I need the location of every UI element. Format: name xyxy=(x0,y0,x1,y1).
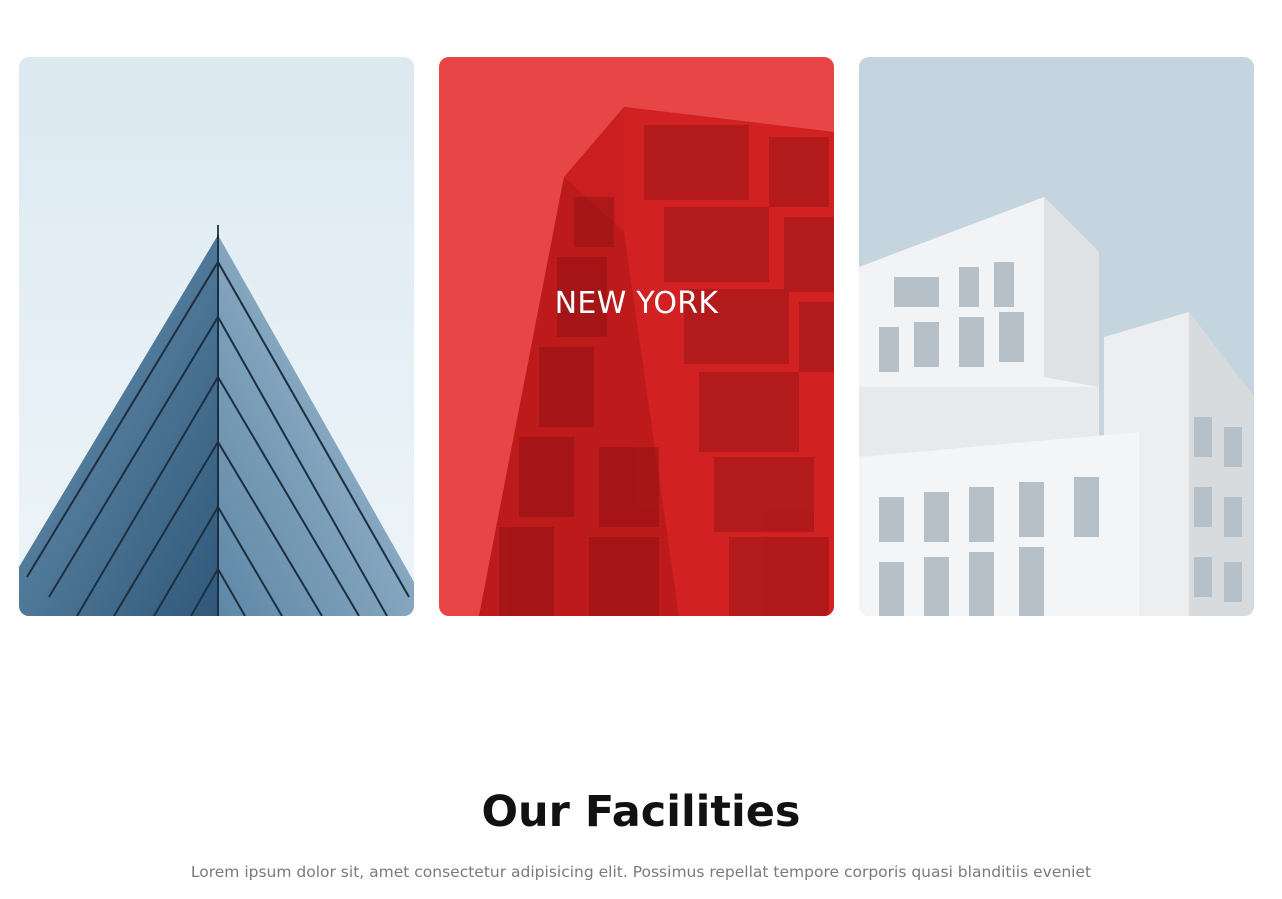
section-title: Our Facilities xyxy=(481,787,801,837)
white-modular-building-image xyxy=(859,57,1254,616)
gallery-card-3[interactable] xyxy=(859,57,1254,616)
section-subtitle: Lorem ipsum dolor sit, amet consectetur … xyxy=(190,863,1092,881)
card-location-label: NEW YORK xyxy=(554,286,719,321)
glass-pyramid-building-image xyxy=(19,57,414,616)
gallery-cards: NEW YORK xyxy=(19,57,1254,616)
card-overlay: NEW YORK xyxy=(439,57,834,616)
gallery-card-2[interactable]: NEW YORK xyxy=(439,57,834,616)
page: NEW YORK Our Facilities Lorem ipsum dolo… xyxy=(0,0,1282,899)
gallery-card-1[interactable] xyxy=(19,57,414,616)
